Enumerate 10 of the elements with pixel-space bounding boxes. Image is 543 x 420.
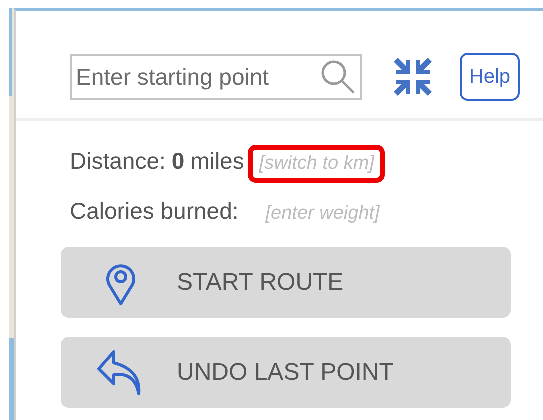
search-field[interactable]: Enter starting point xyxy=(70,54,362,100)
distance-unit: miles xyxy=(190,148,244,175)
calories-label: Calories burned: xyxy=(70,198,239,225)
undo-button[interactable]: UNDO LAST POINT xyxy=(61,337,511,408)
search-icon xyxy=(320,59,356,95)
collapse-arrows-icon[interactable] xyxy=(392,56,434,98)
distance-label: Distance: xyxy=(70,148,166,175)
help-button[interactable]: Help xyxy=(460,53,520,101)
distance-value: 0 xyxy=(172,148,185,175)
start-route-button[interactable]: START ROUTE xyxy=(61,247,511,318)
